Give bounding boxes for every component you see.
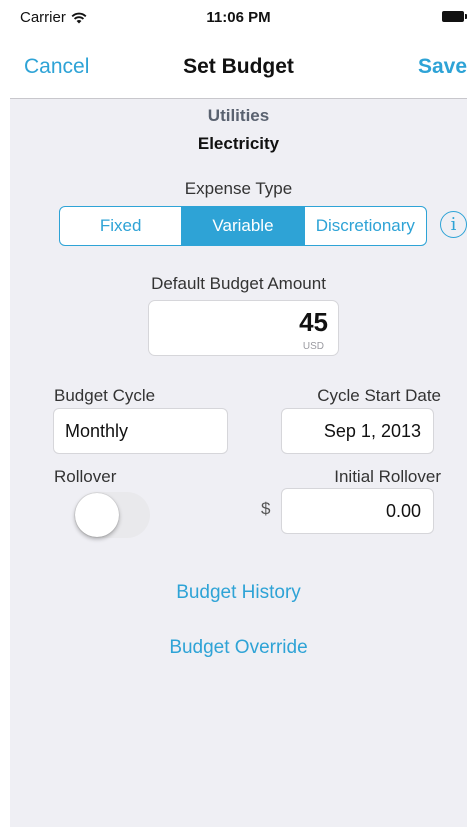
- info-icon[interactable]: i: [440, 211, 467, 238]
- cycle-start-date-label: Cycle Start Date: [317, 386, 441, 405]
- segment-fixed[interactable]: Fixed: [60, 207, 181, 245]
- budget-cycle-label: Budget Cycle: [54, 386, 156, 405]
- initial-rollover-value: 0.00: [385, 500, 421, 521]
- screen: Carrier 11:06 PM Cancel Set Budget Save …: [10, 0, 467, 827]
- segment-discretionary[interactable]: Discretionary: [303, 207, 426, 245]
- save-button[interactable]: Save: [418, 55, 467, 79]
- budget-history-link[interactable]: Budget History: [10, 582, 467, 604]
- expense-type-label: Expense Type: [184, 179, 293, 198]
- status-bar: Carrier 11:06 PM: [10, 0, 467, 36]
- initial-rollover-label: Initial Rollover: [334, 467, 441, 486]
- rollover-label: Rollover: [54, 467, 117, 486]
- currency-unit: USD: [302, 341, 324, 352]
- subcategory-label: Electricity: [197, 134, 280, 153]
- segment-variable[interactable]: Variable: [181, 207, 304, 245]
- currency-symbol: $: [261, 499, 271, 518]
- default-budget-label: Default Budget Amount: [151, 274, 326, 293]
- budget-override-link[interactable]: Budget Override: [10, 637, 467, 659]
- status-time: 11:06 PM: [206, 9, 271, 26]
- budget-cycle-field[interactable]: Monthly: [53, 408, 228, 454]
- category-label: Utilities: [207, 106, 270, 125]
- toggle-knob: [75, 493, 119, 537]
- default-budget-amount-field[interactable]: 45 USD: [148, 300, 339, 356]
- budget-cycle-value: Monthly: [65, 420, 129, 441]
- navigation-bar: Cancel Set Budget Save: [10, 36, 467, 99]
- cycle-start-date-value: Sep 1, 2013: [323, 420, 421, 441]
- cycle-start-date-field[interactable]: Sep 1, 2013: [281, 408, 434, 454]
- rollover-toggle[interactable]: [74, 492, 150, 538]
- expense-type-segmented-control: Fixed Variable Discretionary: [59, 206, 427, 246]
- cancel-button[interactable]: Cancel: [24, 55, 89, 79]
- initial-rollover-field[interactable]: 0.00: [281, 488, 434, 534]
- battery-icon: [442, 11, 467, 22]
- budget-amount-value: 45: [299, 307, 328, 337]
